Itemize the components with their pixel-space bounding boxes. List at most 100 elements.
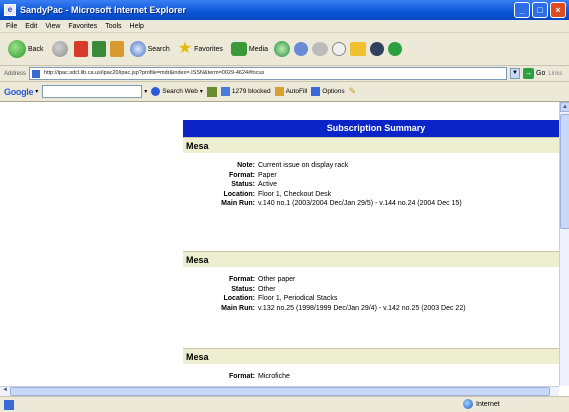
vertical-scroll-thumb[interactable]: [560, 114, 569, 229]
scroll-up-icon[interactable]: ▲: [560, 102, 569, 112]
record-title: Mesa: [183, 137, 569, 153]
field-label: Location:: [223, 295, 256, 302]
google-search-dropdown-icon[interactable]: ▾: [144, 88, 147, 95]
record-field: Format: Other paper: [183, 275, 569, 285]
field-value: Other: [258, 285, 276, 293]
forward-arrow-icon: [51, 41, 68, 57]
google-search-input[interactable]: [42, 85, 143, 98]
field-label: Status:: [231, 285, 255, 293]
record-field: Status: Other: [183, 285, 569, 295]
go-label: Go: [536, 70, 546, 77]
subscription-record: Mesa Format: Other paper Status: Other Loc…: [183, 251, 569, 313]
back-button[interactable]: Back: [6, 37, 46, 61]
window-title: SandyPac - Microsoft Internet Explorer: [20, 5, 187, 15]
record-title: Mesa: [183, 251, 569, 267]
field-label: Main Run:: [221, 304, 255, 312]
menu-edit[interactable]: Edit: [25, 23, 37, 30]
page-content: Subscription Summary Mesa Note: Current i…: [0, 102, 569, 388]
back-arrow-icon: [8, 40, 26, 58]
autofill-icon: [274, 87, 284, 96]
history-icon[interactable]: [273, 41, 290, 57]
window-controls: _ □ ×: [514, 2, 566, 18]
page-icon: [32, 70, 41, 78]
favorites-label: Favorites: [194, 45, 223, 53]
print-icon[interactable]: [311, 42, 328, 56]
stop-icon[interactable]: [73, 41, 88, 57]
links-label[interactable]: Links: [548, 71, 562, 77]
address-dropdown-icon[interactable]: ▼: [510, 68, 521, 79]
autofill-button[interactable]: AutoFill: [274, 87, 308, 96]
refresh-icon[interactable]: [91, 41, 106, 57]
highlight-pencil-icon[interactable]: ✎: [349, 86, 357, 97]
address-label: Address: [4, 70, 27, 77]
ie-app-icon: e: [4, 4, 16, 16]
home-icon[interactable]: [109, 41, 124, 57]
record-field: Status: Active: [183, 180, 569, 190]
scroll-left-icon[interactable]: ◄: [0, 387, 10, 396]
field-value: Active: [258, 181, 278, 188]
standard-toolbar: Back Search ★ Favorites Media: [0, 33, 569, 66]
horizontal-scroll-thumb[interactable]: [10, 387, 550, 396]
research-icon[interactable]: [387, 42, 402, 56]
vertical-scrollbar[interactable]: ▲: [559, 102, 569, 386]
messenger-icon[interactable]: [369, 42, 384, 56]
field-value: v.140 no.1 (2003/2004 Dec/Jan 29/5) - v.…: [258, 200, 462, 207]
google-menu-chevron-icon[interactable]: ▾: [35, 88, 38, 95]
pagerank-icon[interactable]: [206, 86, 217, 97]
search-web-icon: [151, 87, 161, 96]
menu-help[interactable]: Help: [130, 23, 144, 30]
blocked-label: 1279 blocked: [231, 88, 271, 95]
field-value: Current issue on display rack: [258, 162, 349, 169]
search-web-dropdown-icon[interactable]: ▾: [200, 88, 203, 95]
globe-icon: [463, 399, 473, 409]
back-label: Back: [28, 45, 44, 53]
address-url: http://ipac.sdcl.lib.ca.us/ipac20/ipac.j…: [44, 70, 265, 76]
record-field: Format: Microfiche: [183, 372, 569, 382]
search-button[interactable]: Search: [128, 37, 172, 61]
address-bar: Address http://ipac.sdcl.lib.ca.us/ipac2…: [0, 66, 569, 82]
field-label: Format:: [228, 373, 255, 380]
mail-icon[interactable]: [293, 42, 308, 56]
record-field: Location: Floor 1, Periodical Stacks: [183, 294, 569, 304]
google-toolbar: Google ▾ ▾ Search Web ▾ 1279 blocked Aut…: [0, 82, 569, 102]
field-value: Floor 1, Checkout Desk: [258, 190, 332, 198]
security-zone: Internet: [463, 399, 500, 409]
address-input[interactable]: http://ipac.sdcl.lib.ca.us/ipac20/ipac.j…: [29, 67, 508, 80]
field-value: Microfiche: [258, 373, 290, 380]
field-label: Status:: [231, 181, 255, 188]
title-bar: e SandyPac - Microsoft Internet Explorer…: [0, 0, 569, 20]
edit-icon[interactable]: [331, 42, 346, 56]
maximize-button[interactable]: □: [532, 2, 548, 18]
autofill-label: AutoFill: [285, 88, 308, 95]
search-web-label: Search Web: [162, 88, 198, 95]
media-label: Media: [248, 45, 268, 53]
record-field: Location: Floor 1, Checkout Desk: [183, 190, 569, 200]
menu-view[interactable]: View: [45, 23, 60, 30]
options-button[interactable]: Options: [311, 87, 345, 96]
go-button[interactable]: → Go: [523, 68, 545, 79]
forward-button[interactable]: [50, 37, 70, 61]
close-button[interactable]: ×: [550, 2, 566, 18]
popup-blocker-button[interactable]: 1279 blocked: [220, 87, 271, 96]
minimize-button[interactable]: _: [514, 2, 530, 18]
media-button[interactable]: Media: [229, 37, 270, 61]
record-field: Main Run: v.140 no.1 (2003/2004 Dec/Jan 2…: [183, 199, 569, 209]
subscription-record: Mesa Note: Current issue on display rack …: [183, 137, 569, 209]
horizontal-scrollbar[interactable]: ◄: [0, 386, 559, 396]
zone-label: Internet: [476, 400, 500, 408]
subscription-record: Mesa Format: Microfiche: [183, 348, 569, 382]
google-logo[interactable]: Google: [4, 87, 34, 97]
field-label: Main Run:: [221, 200, 255, 207]
menu-tools[interactable]: Tools: [105, 23, 121, 30]
field-value: Paper: [258, 171, 277, 179]
folder-icon[interactable]: [349, 42, 366, 56]
media-icon: [230, 42, 247, 56]
search-web-button[interactable]: Search Web: [151, 87, 198, 96]
favorites-button[interactable]: ★ Favorites: [176, 37, 225, 61]
menu-favorites[interactable]: Favorites: [68, 23, 97, 30]
field-label: Format:: [228, 276, 255, 283]
page-done-icon: [4, 399, 14, 410]
popup-blocked-icon: [220, 87, 230, 96]
options-label: Options: [322, 88, 345, 95]
menu-file[interactable]: File: [6, 23, 17, 30]
